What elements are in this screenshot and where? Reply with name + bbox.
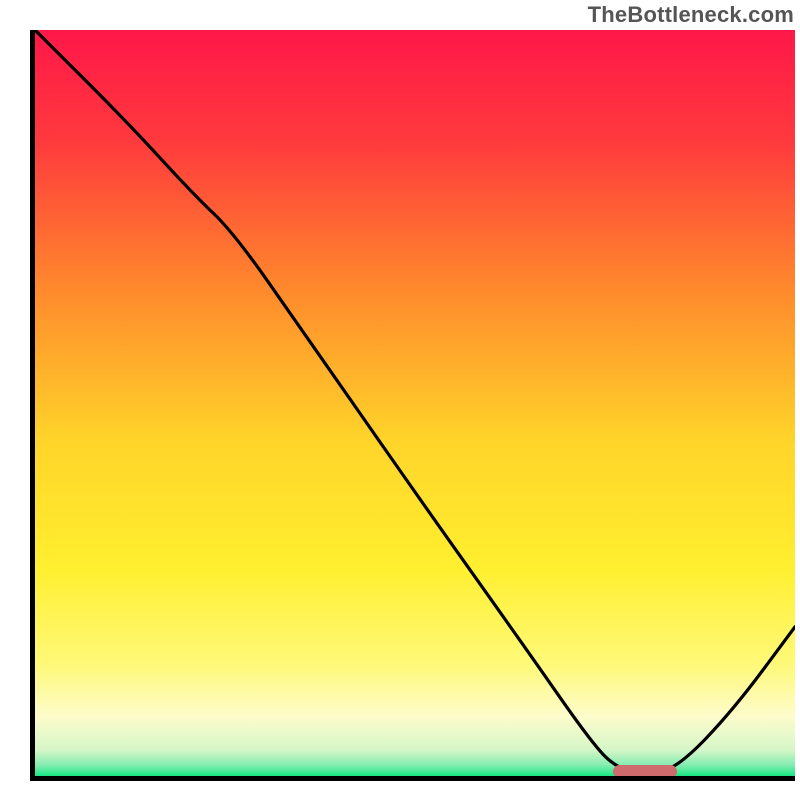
watermark-text: TheBottleneck.com	[588, 2, 794, 28]
bottleneck-curve	[35, 30, 795, 776]
plot-area	[30, 30, 795, 781]
chart-container: TheBottleneck.com	[0, 0, 800, 800]
optimal-range-marker	[613, 765, 678, 778]
